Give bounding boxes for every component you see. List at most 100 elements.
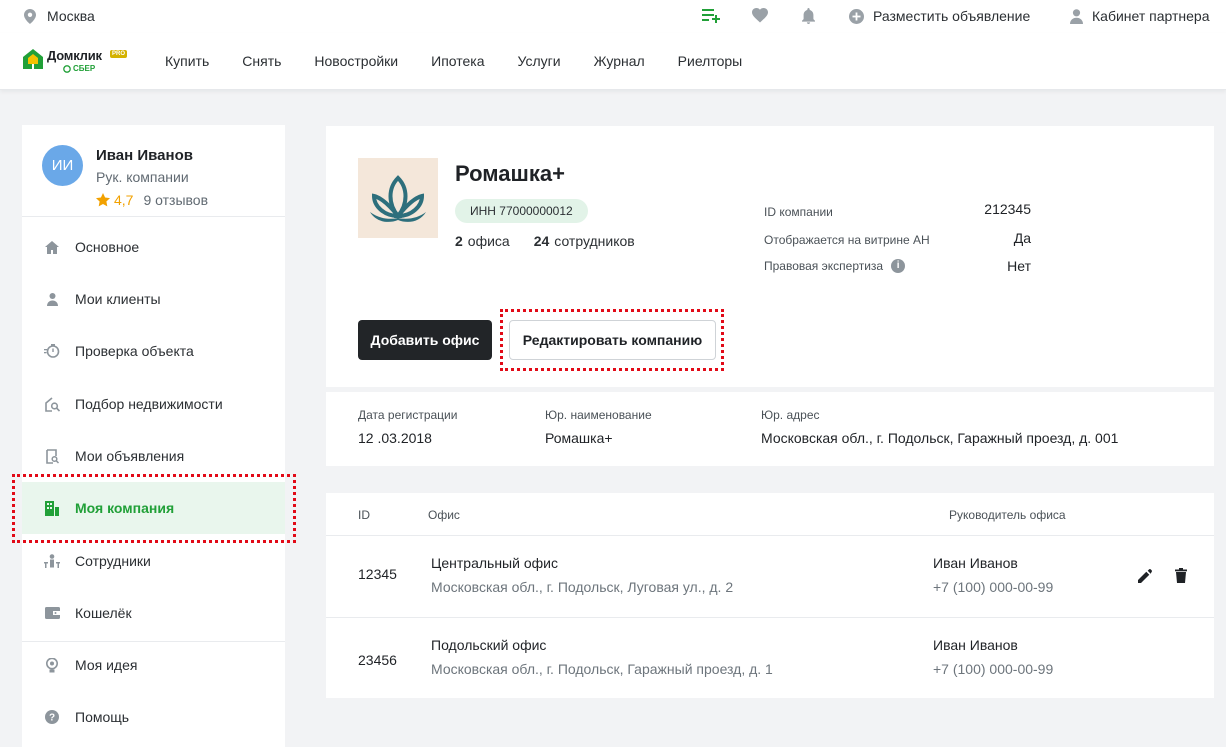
office-address: Московская обл., г. Подольск, Гаражный п… [431,661,773,677]
favorites-heart-icon[interactable] [752,8,768,23]
legal-check-value: Нет [1007,258,1031,274]
table-header-head: Руководитель офиса [949,508,1066,522]
company-name: Ромашка+ [455,161,565,186]
legal-address-label: Юр. адрес [761,408,820,422]
logo-pro-badge: PRO [110,50,128,58]
logo-sber-label: СБЕР [73,64,96,73]
team-icon [44,553,60,569]
nav-realtors[interactable]: Риелторы [678,53,743,69]
sidebar-item-label: Мои клиенты [75,291,161,307]
main-navbar: Домклик PRO СБЕР Купить Снять Новостройк… [0,33,1226,90]
company-counts: 2 офиса 24 сотрудников [455,233,635,249]
help-icon: ? [44,709,60,725]
profile-role: Рук. компании [96,169,189,185]
rating-value: 4,7 [114,192,134,208]
partner-cabinet-link[interactable]: Кабинет партнера [1070,8,1209,24]
office-address: Московская обл., г. Подольск, Луговая ул… [431,579,734,595]
home-icon [44,239,60,255]
office-name: Центральный офис [431,555,558,571]
company-id-label: ID компании [764,205,833,219]
avatar[interactable]: ИИ [42,145,83,186]
showcase-label: Отображается на витрине АН [764,233,930,247]
sidebar-item-label: Основное [75,239,140,255]
table-header-office: Офис [428,508,460,522]
legal-address-value: Московская обл., г. Подольск, Гаражный п… [761,430,1119,446]
sidebar-item-label: Кошелёк [75,605,132,621]
sidebar-item-my-idea[interactable]: Моя идея [22,639,285,691]
office-head-name: Иван Иванов [933,637,1018,653]
sidebar-item-help[interactable]: ? Помощь [22,691,285,743]
edit-pencil-icon[interactable] [1138,569,1152,583]
legal-name-label: Юр. наименование [545,408,652,422]
nav-journal[interactable]: Журнал [594,53,645,69]
location-pin-icon [24,8,36,24]
office-head-phone: +7 (100) 000-00-99 [933,661,1054,677]
offices-word: офиса [467,233,510,249]
person-icon [44,291,60,307]
lotus-logo-icon [370,175,426,222]
domclick-house-icon [23,49,43,69]
info-icon[interactable]: i [891,259,906,273]
star-icon [96,193,110,207]
offices-count: 2 [455,233,463,249]
nav-services[interactable]: Услуги [518,53,561,69]
employees-word: сотрудников [554,233,635,249]
sidebar-item-label: Помощь [75,709,130,725]
domclick-logo[interactable]: Домклик PRO СБЕР [22,45,132,79]
document-search-icon [44,448,60,464]
registration-card [326,392,1214,466]
employees-count: 24 [533,233,550,249]
nav-menu: Купить Снять Новостройки Ипотека Услуги … [165,53,775,69]
table-header-id: ID [358,508,370,522]
reg-date-label: Дата регистрации [358,408,458,422]
user-icon [1070,8,1083,24]
sidebar-item-object-check[interactable]: Проверка объекта [22,325,285,377]
legal-check-label-row: Правовая экспертиза i [764,259,906,273]
nav-new-buildings[interactable]: Новостройки [314,53,398,69]
reg-date-value: 12 .03.2018 [358,430,432,446]
delete-trash-icon[interactable] [1175,568,1187,583]
sber-icon [63,65,71,73]
nav-rent[interactable]: Снять [242,53,281,69]
city-label: Москва [47,8,95,24]
city-selector[interactable]: Москва [24,8,95,24]
compare-list-icon[interactable] [702,8,720,24]
office-id: 23456 [358,652,397,668]
office-name: Подольский офис [431,637,547,653]
house-search-icon [44,396,60,412]
highlight-my-company [12,474,296,543]
timer-icon [44,343,60,359]
post-ad-link[interactable]: Разместить объявление [849,8,1030,24]
sidebar-item-label: Мои объявления [75,448,185,464]
highlight-edit-company [500,309,724,371]
table-divider [326,535,1214,536]
profile-block: ИИ Иван Иванов Рук. компании 4,7 9 отзыв… [22,125,285,217]
svg-text:?: ? [49,713,55,724]
sidebar-item-wallet[interactable]: Кошелёк [22,587,285,639]
nav-mortgage[interactable]: Ипотека [431,53,484,69]
plus-circle-icon [849,8,864,24]
sidebar-item-property-search[interactable]: Подбор недвижимости [22,378,285,430]
post-ad-label: Разместить объявление [873,8,1031,24]
wallet-icon [44,605,60,621]
nav-buy[interactable]: Купить [165,53,209,69]
sidebar-item-main[interactable]: Основное [22,221,285,273]
partner-cabinet-label: Кабинет партнера [1092,8,1210,24]
reviews-count: 9 отзывов [143,192,209,208]
logo-text: Домклик [47,48,102,63]
notifications-bell-icon[interactable] [802,8,815,24]
office-id: 12345 [358,566,397,582]
office-head-name: Иван Иванов [933,555,1018,571]
profile-rating[interactable]: 4,7 9 отзывов [96,192,208,208]
company-card: Ромашка+ ИНН 77000000012 2 офиса 24 сотр… [326,126,1214,387]
sidebar: ИИ Иван Иванов Рук. компании 4,7 9 отзыв… [22,125,285,747]
sidebar-item-label: Сотрудники [75,553,151,569]
company-id-value: 212345 [984,201,1031,217]
office-head-phone: +7 (100) 000-00-99 [933,579,1054,595]
lightbulb-icon [44,657,60,673]
profile-name: Иван Иванов [96,147,193,164]
sidebar-item-clients[interactable]: Мои клиенты [22,273,285,325]
legal-check-label: Правовая экспертиза [764,259,884,273]
add-office-button[interactable]: Добавить офис [358,320,492,360]
sidebar-item-label: Проверка объекта [75,343,194,359]
